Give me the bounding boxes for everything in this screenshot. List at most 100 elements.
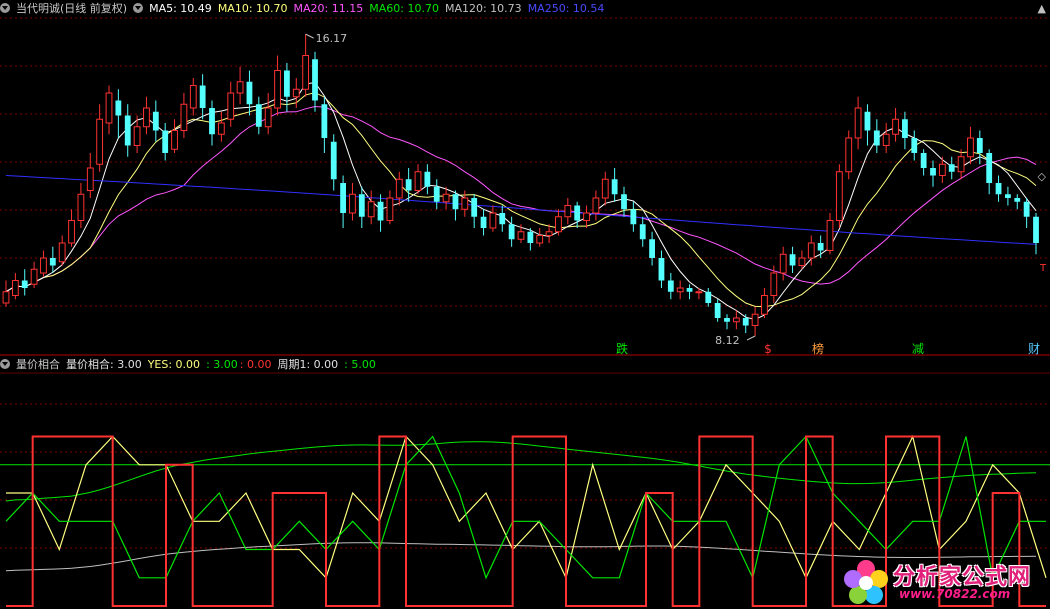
candle — [592, 190, 600, 221]
indicator-name: 量价相合 — [16, 358, 60, 371]
candle — [471, 194, 478, 228]
candle-body — [676, 287, 684, 293]
candle-body — [171, 130, 178, 150]
candle-body — [330, 141, 337, 180]
candle — [686, 284, 693, 300]
candle — [976, 130, 983, 165]
candle — [930, 160, 936, 187]
watermark: 分析家公式网 www.70822.com — [841, 557, 1046, 607]
candle — [845, 130, 853, 180]
candle-body — [592, 197, 600, 214]
candle-body — [302, 55, 310, 90]
candle — [948, 156, 955, 180]
candle — [321, 96, 328, 153]
high-label: 16.17 — [316, 32, 348, 45]
candle-body — [489, 212, 497, 229]
candle — [761, 288, 768, 318]
annotations: 16.17 8.12 跌 $ 榜 减 财 T — [305, 32, 1047, 356]
candle — [835, 164, 843, 228]
candle — [21, 269, 28, 296]
candle — [601, 171, 609, 206]
ma60-label: MA60: 10.70 — [369, 2, 439, 15]
candle-body — [236, 81, 244, 94]
candle — [330, 134, 337, 191]
candle-body — [667, 280, 674, 292]
candle-body — [442, 193, 450, 203]
candle-body — [527, 231, 534, 243]
candle-body — [471, 198, 478, 217]
grid-lines — [0, 17, 1050, 549]
candle — [751, 306, 759, 336]
candle-body — [517, 231, 525, 240]
candle-body — [2, 291, 10, 304]
candle-body — [11, 280, 19, 296]
event-marker: 跌 — [616, 341, 628, 356]
settings-circle-icon[interactable] — [133, 3, 144, 13]
candle — [171, 119, 178, 153]
event-marker: 减 — [912, 342, 924, 356]
main-legend: 当代明诚(日线 前复权) MA5: 10.49 MA10: 10.70 MA20: 1… — [0, 0, 610, 18]
candle — [920, 149, 927, 176]
candle — [180, 93, 188, 138]
candle-body — [920, 153, 927, 168]
candle — [564, 198, 572, 225]
candle-body — [864, 111, 871, 131]
high-pointer — [305, 33, 314, 39]
candle-body — [124, 115, 131, 146]
watermark-url: www.70822.com — [899, 587, 1011, 601]
candle — [732, 310, 740, 330]
candle-body — [143, 107, 150, 128]
candle-body — [321, 104, 328, 138]
candle — [882, 123, 890, 153]
candle-body — [358, 194, 365, 217]
candle-body — [574, 205, 581, 221]
candle — [621, 186, 627, 217]
candle — [312, 51, 318, 112]
candle-body — [86, 167, 94, 191]
candle-body — [499, 213, 506, 225]
candle — [68, 209, 75, 247]
candle-body — [724, 318, 730, 322]
candle-body — [807, 242, 815, 259]
candle-body — [798, 257, 806, 266]
candle — [574, 201, 581, 228]
candle-body — [986, 153, 993, 183]
candle-body — [508, 224, 515, 240]
event-marker: 财 — [1028, 342, 1040, 356]
chevron-down-icon[interactable] — [0, 359, 10, 369]
candle-body — [217, 122, 225, 135]
candle-body — [639, 224, 646, 240]
candle-body — [564, 205, 572, 218]
candle-body — [649, 239, 655, 258]
candle-body — [611, 179, 618, 195]
chevron-down-icon[interactable] — [0, 3, 10, 13]
candle — [58, 235, 66, 266]
candle-body — [424, 171, 431, 187]
candle — [40, 250, 47, 277]
period-value: 周期1: 0.00 — [277, 358, 339, 371]
candle — [274, 55, 281, 116]
candles — [2, 34, 1039, 336]
candle — [255, 96, 262, 135]
candle — [676, 280, 684, 300]
candle — [583, 205, 590, 228]
candle-body — [779, 253, 787, 274]
candle-body — [630, 209, 637, 225]
stock-title: 当代明诚(日线 前复权) — [16, 2, 128, 15]
candle-body — [40, 257, 47, 274]
period-green-value: : 5.00 — [344, 358, 376, 371]
candle-body — [209, 108, 215, 135]
candle — [189, 78, 197, 116]
candle — [864, 104, 871, 146]
scroll-up-icon[interactable]: ▲ — [1038, 2, 1046, 15]
candle-body — [433, 186, 440, 202]
candle — [724, 314, 730, 330]
scroll-down-icon[interactable]: ◇ — [1038, 170, 1046, 183]
candle-body — [902, 119, 908, 138]
candle-body — [854, 107, 862, 139]
candle — [1033, 213, 1039, 255]
candle — [209, 100, 215, 146]
green-value: : 3.00 — [206, 358, 238, 371]
candle — [611, 168, 618, 202]
ma20-label: MA20: 11.15 — [293, 2, 364, 15]
